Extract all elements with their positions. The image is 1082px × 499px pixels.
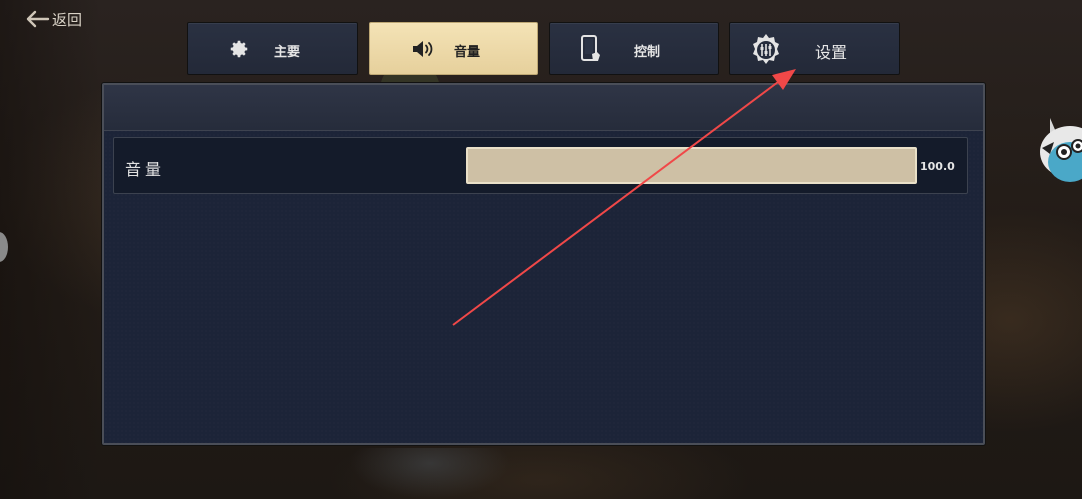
volume-settings-panel: 音量 100.0 bbox=[102, 83, 985, 445]
settings-sliders-icon bbox=[747, 32, 785, 68]
tab-volume[interactable]: 音量 bbox=[369, 22, 538, 75]
volume-label: 音量 bbox=[125, 160, 166, 179]
phone-touch-icon bbox=[578, 34, 604, 64]
gear-icon bbox=[228, 38, 250, 60]
tab-main[interactable]: 主要 bbox=[187, 22, 358, 75]
tab-control[interactable]: 控制 bbox=[549, 22, 719, 75]
tab-control-label: 控制 bbox=[634, 45, 661, 60]
tab-settings-label: 设置 bbox=[815, 43, 848, 62]
background-tree-silhouette bbox=[0, 0, 100, 499]
volume-value: 100.0 bbox=[920, 160, 955, 173]
volume-slider[interactable] bbox=[466, 147, 917, 184]
volume-slider-fill bbox=[468, 149, 915, 182]
assistant-mascot-icon[interactable] bbox=[1036, 112, 1082, 188]
back-label: 返回 bbox=[52, 10, 83, 29]
tab-volume-label: 音量 bbox=[454, 45, 481, 60]
speaker-icon bbox=[410, 38, 436, 60]
tab-settings[interactable]: 设置 bbox=[729, 22, 900, 75]
back-button[interactable]: 返回 bbox=[24, 8, 82, 30]
panel-header bbox=[104, 85, 983, 131]
back-arrow-icon bbox=[26, 10, 50, 28]
volume-setting-row: 音量 100.0 bbox=[113, 137, 968, 194]
background-character-feet bbox=[350, 448, 510, 499]
tab-main-label: 主要 bbox=[274, 45, 301, 60]
